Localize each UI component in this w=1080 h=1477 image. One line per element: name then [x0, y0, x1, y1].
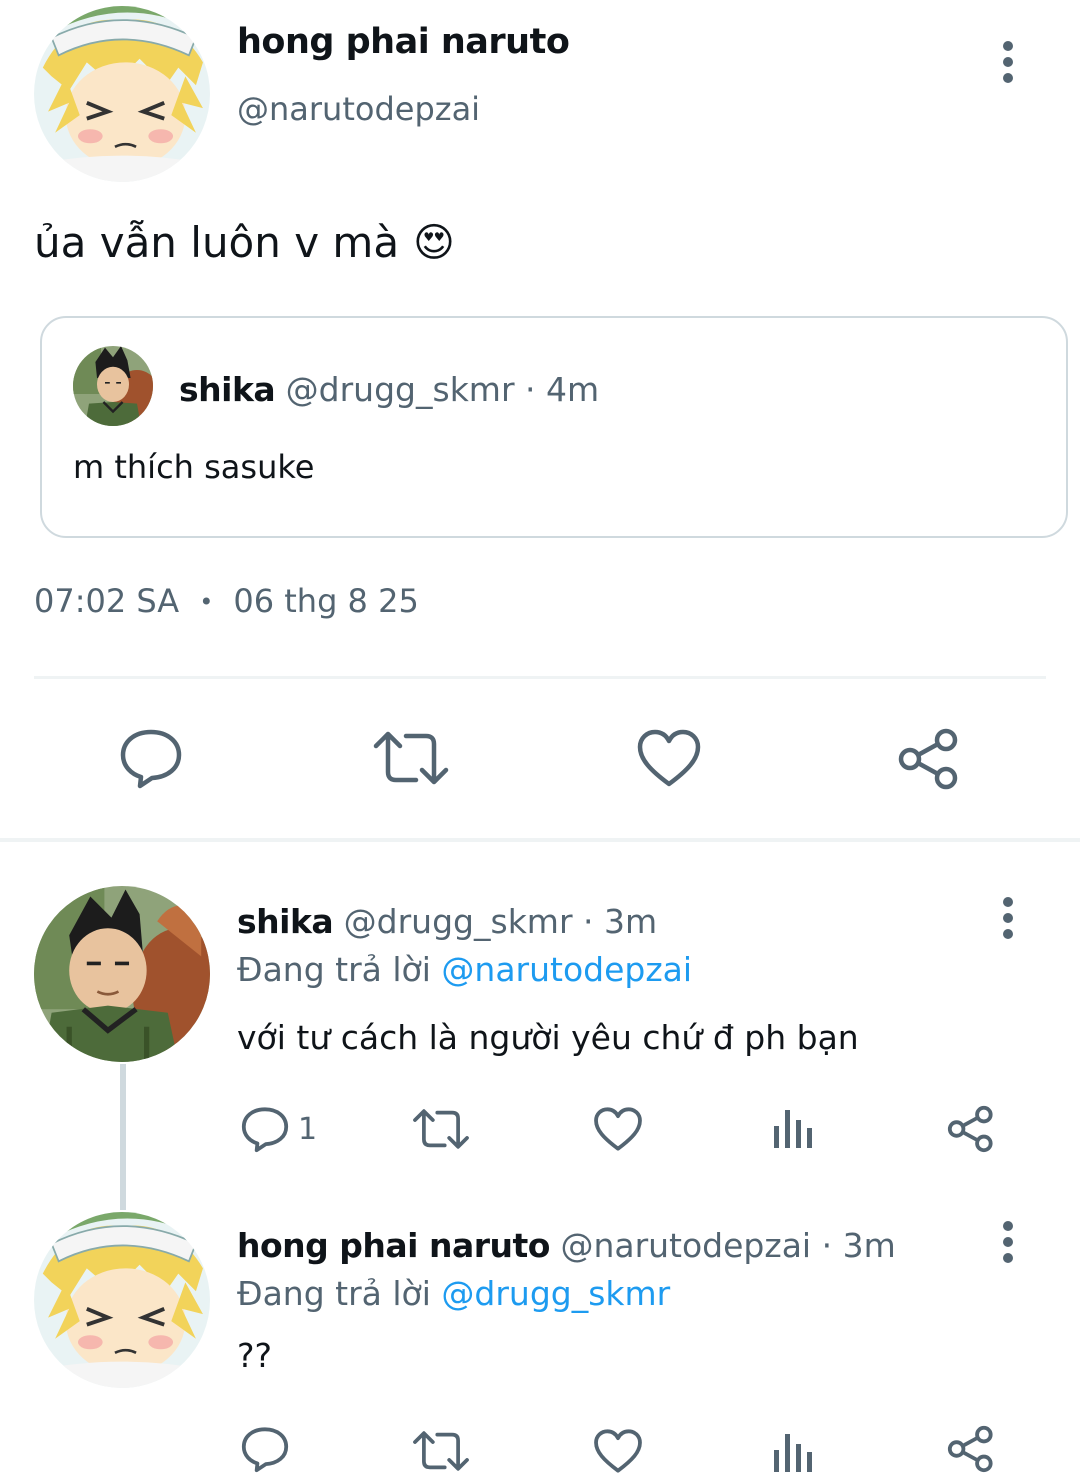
author-name[interactable]: hong phai naruto — [237, 22, 570, 62]
shika-avatar-image — [73, 346, 153, 426]
naruto-avatar-image — [34, 6, 210, 182]
quoted-author-name: shika — [179, 370, 276, 409]
divider — [34, 676, 1046, 679]
analytics-icon — [774, 1434, 812, 1472]
retweet-button[interactable] — [412, 1106, 470, 1152]
share-icon — [898, 728, 958, 790]
replying-to-label: Đang trả lời — [237, 1274, 431, 1313]
more-vertical-icon — [1003, 41, 1013, 83]
tweet-date: 06 thg 8 25 — [233, 582, 419, 620]
like-icon — [637, 729, 701, 787]
share-icon — [947, 1105, 993, 1153]
views-button[interactable] — [772, 1106, 816, 1150]
reply-button[interactable] — [240, 1424, 290, 1474]
author-name[interactable]: hong phai naruto — [237, 1226, 550, 1265]
replying-to-link[interactable]: @drugg_skmr — [441, 1274, 670, 1313]
naruto-avatar-image — [34, 1212, 210, 1388]
analytics-icon — [774, 1110, 812, 1148]
reply-count: 1 — [298, 1111, 318, 1147]
avatar[interactable] — [34, 6, 210, 182]
more-options-button[interactable] — [988, 888, 1028, 948]
replying-to-label: Đang trả lời — [237, 950, 431, 989]
share-icon — [947, 1425, 993, 1473]
replying-to: Đang trả lời @drugg_skmr — [237, 1274, 670, 1313]
views-button[interactable] — [772, 1430, 816, 1474]
retweet-button[interactable] — [372, 728, 450, 788]
timestamp-separator: • — [199, 588, 214, 616]
shika-avatar-image — [34, 886, 210, 1062]
quoted-tweet-card[interactable]: shika @drugg_skmr · 4m m thích sasuke — [40, 316, 1068, 538]
reply-text: ?? — [237, 1336, 273, 1375]
share-button[interactable] — [896, 726, 962, 792]
like-icon — [594, 1107, 642, 1151]
replying-to-link[interactable]: @narutodepzai — [441, 950, 692, 989]
more-options-button[interactable] — [988, 1212, 1028, 1272]
tweet-timestamp: 07:02 SA • 06 thg 8 25 — [34, 582, 419, 622]
author-handle[interactable]: @drugg_skmr — [344, 902, 573, 941]
reply-time: · 3m — [583, 902, 658, 941]
like-button[interactable] — [593, 1428, 643, 1474]
retweet-icon — [373, 731, 449, 785]
section-divider — [0, 838, 1080, 842]
quoted-text: m thích sasuke — [73, 448, 315, 486]
tweet-time: 07:02 SA — [34, 582, 180, 620]
like-icon — [594, 1429, 642, 1473]
replying-to: Đang trả lời @narutodepzai — [237, 950, 692, 989]
quoted-avatar — [73, 346, 153, 426]
more-options-button[interactable] — [988, 32, 1028, 92]
share-button[interactable] — [946, 1104, 996, 1154]
reply-icon — [241, 1107, 289, 1153]
author-name[interactable]: shika — [237, 902, 334, 941]
avatar[interactable] — [34, 1212, 210, 1388]
reply-icon — [241, 1427, 289, 1473]
like-button[interactable] — [593, 1106, 643, 1152]
quoted-header: shika @drugg_skmr · 4m — [179, 370, 599, 409]
tweet-text: ủa vẫn luôn v mà 😍 — [34, 218, 455, 267]
heart-eyes-emoji: 😍 — [413, 219, 455, 266]
tweet-text-content: ủa vẫn luôn v mà — [34, 218, 400, 267]
more-vertical-icon — [1003, 1221, 1013, 1263]
author-handle[interactable]: @narutodepzai — [560, 1226, 811, 1265]
reply-header: shika @drugg_skmr · 3m — [237, 902, 657, 941]
reply-button[interactable] — [118, 726, 184, 790]
reply-header: hong phai naruto @narutodepzai · 3m — [237, 1226, 896, 1265]
reply-button[interactable]: 1 — [240, 1104, 317, 1154]
more-vertical-icon — [1003, 897, 1013, 939]
retweet-button[interactable] — [412, 1428, 470, 1474]
thread-line — [120, 1064, 126, 1210]
retweet-icon — [413, 1431, 469, 1471]
reply-time: · 3m — [821, 1226, 896, 1265]
like-button[interactable] — [636, 728, 702, 788]
reply-icon — [120, 729, 182, 789]
share-button[interactable] — [946, 1424, 996, 1474]
reply-text: với tư cách là người yêu chứ đ ph bạn — [237, 1018, 859, 1057]
avatar[interactable] — [34, 886, 210, 1062]
quoted-author-handle: @drugg_skmr — [285, 370, 515, 409]
author-handle[interactable]: @narutodepzai — [237, 90, 480, 128]
quoted-time: · 4m — [525, 370, 600, 409]
retweet-icon — [413, 1109, 469, 1149]
